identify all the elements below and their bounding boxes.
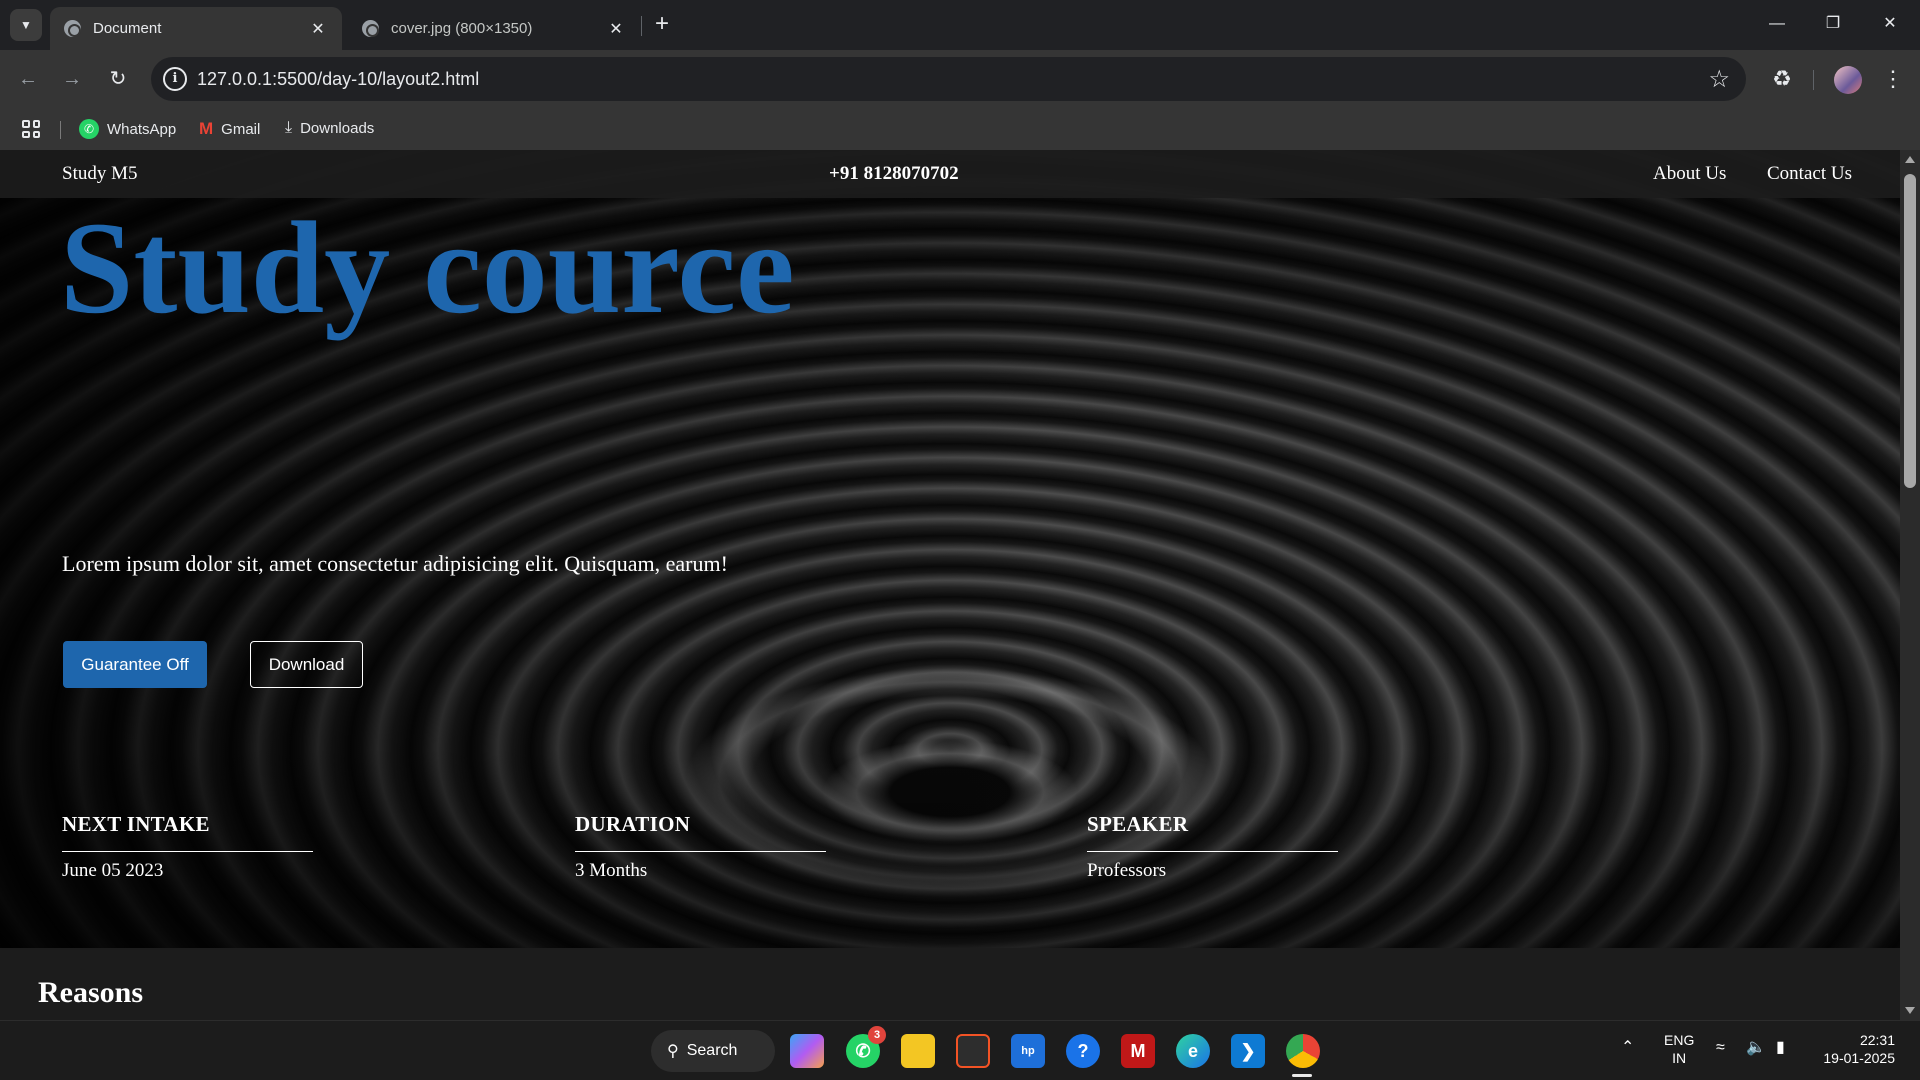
myhp-icon[interactable]: hp xyxy=(1011,1034,1045,1068)
nav-link-contact[interactable]: Contact Us xyxy=(1767,163,1852,185)
reload-button[interactable]: ↻ xyxy=(103,64,133,94)
hero-title: Study cource xyxy=(60,194,795,341)
info-icon[interactable]: i xyxy=(163,67,187,91)
stat-duration: DURATION 3 Months xyxy=(575,812,826,882)
edge-icon[interactable]: e xyxy=(1176,1034,1210,1068)
whatsapp-glyph: ✆ xyxy=(855,1040,871,1061)
bookmark-label: Downloads xyxy=(300,119,375,137)
notification-badge: 3 xyxy=(868,1026,886,1044)
tab-title: cover.jpg (800×1350) xyxy=(391,20,533,37)
phone-number: +91 8128070702 xyxy=(829,163,959,184)
wifi-icon[interactable]: ≈ xyxy=(1716,1039,1725,1057)
bookmark-divider xyxy=(60,121,61,139)
stat-label: NEXT INTAKE xyxy=(62,812,313,852)
profile-avatar[interactable] xyxy=(1834,66,1862,94)
download-icon: ⤓ xyxy=(285,119,293,136)
guarantee-off-button[interactable]: Guarantee Off xyxy=(63,641,207,688)
whatsapp-taskbar-icon[interactable]: ✆ 3 xyxy=(846,1026,886,1068)
browser-toolbar: ← → ↻ i 127.0.0.1:5500/day-10/layout2.ht… xyxy=(0,50,1920,108)
language-indicator[interactable]: ENG IN xyxy=(1664,1031,1694,1067)
browser-tab-strip: ▼ Document ✕ cover.jpg (800×1350) ✕ + — … xyxy=(0,0,1920,50)
page-scrollbar[interactable] xyxy=(1900,150,1920,1020)
new-tab-button[interactable]: + xyxy=(650,10,674,38)
site-navbar: Study M5 +91 8128070702 About Us Contact… xyxy=(0,150,1900,198)
stat-value: Professors xyxy=(1087,860,1167,881)
chrome-icon[interactable] xyxy=(1286,1034,1320,1068)
minimize-button[interactable]: — xyxy=(1757,10,1797,38)
bookmark-label: WhatsApp xyxy=(107,120,177,138)
language-line1: ENG xyxy=(1664,1032,1695,1048)
help-icon[interactable]: ? xyxy=(1066,1034,1100,1068)
volume-icon[interactable]: 🔈 xyxy=(1746,1039,1766,1057)
bookmark-downloads[interactable]: ⤓ Downloads xyxy=(285,119,374,137)
restore-button[interactable]: ❐ xyxy=(1813,10,1853,38)
stat-speaker: SPEAKER Professors xyxy=(1087,812,1338,882)
nav-link-about[interactable]: About Us xyxy=(1653,163,1726,185)
language-line2: IN xyxy=(1672,1050,1687,1066)
tab-divider xyxy=(641,16,642,36)
microsoft-store-icon[interactable] xyxy=(956,1034,990,1068)
clock-time: 22:31 xyxy=(1859,1032,1895,1048)
globe-icon xyxy=(64,20,81,37)
search-icon: ⚲ xyxy=(667,1043,679,1060)
tab-document[interactable]: Document ✕ xyxy=(50,7,342,50)
close-window-button[interactable]: ✕ xyxy=(1870,10,1910,38)
taskbar-search[interactable]: ⚲ Search xyxy=(651,1030,775,1072)
hero-description: Lorem ipsum dolor sit, amet consectetur … xyxy=(62,551,728,576)
close-icon[interactable]: ✕ xyxy=(308,19,328,39)
bookmark-gmail[interactable]: M Gmail xyxy=(199,119,260,139)
windows-taskbar: ⚲ Search ✆ 3 hp ? M e ❯ ⌃ ENG IN ≈ 🔈 ▮ 2… xyxy=(0,1020,1920,1080)
site-brand[interactable]: Study M5 xyxy=(62,163,138,185)
whatsapp-icon: ✆ xyxy=(79,119,99,139)
stat-value: 3 Months xyxy=(575,860,648,881)
battery-icon[interactable]: ▮ xyxy=(1776,1039,1785,1057)
stat-label: SPEAKER xyxy=(1087,812,1338,852)
chevron-up-icon[interactable]: ⌃ xyxy=(1621,1039,1634,1057)
close-icon[interactable]: ✕ xyxy=(606,19,626,39)
apps-grid-icon[interactable] xyxy=(22,120,40,138)
vscode-icon[interactable]: ❯ xyxy=(1231,1034,1265,1068)
file-explorer-icon[interactable] xyxy=(901,1034,935,1068)
tab-search-button[interactable]: ▼ xyxy=(10,9,42,41)
url-text[interactable]: 127.0.0.1:5500/day-10/layout2.html xyxy=(197,69,479,90)
forward-button[interactable]: → xyxy=(57,64,87,94)
bookmark-whatsapp[interactable]: ✆ WhatsApp xyxy=(79,119,176,139)
bookmark-label: Gmail xyxy=(221,120,261,138)
bookmarks-bar: ✆ WhatsApp M Gmail ⤓ Downloads xyxy=(0,108,1920,150)
clock-date: 19-01-2025 xyxy=(1823,1050,1895,1066)
stat-value: June 05 2023 xyxy=(62,860,164,881)
stat-label: DURATION xyxy=(575,812,826,852)
menu-kebab-icon[interactable]: ⋮ xyxy=(1878,64,1908,94)
gmail-icon: M xyxy=(199,119,214,138)
address-bar[interactable]: i 127.0.0.1:5500/day-10/layout2.html ☆ xyxy=(151,57,1746,101)
tab-title: Document xyxy=(93,20,162,37)
globe-icon xyxy=(362,20,379,37)
stat-next-intake: NEXT INTAKE June 05 2023 xyxy=(62,812,313,882)
scrollbar-thumb[interactable] xyxy=(1904,174,1916,488)
bookmark-star-icon[interactable]: ☆ xyxy=(1708,65,1730,94)
back-button[interactable]: ← xyxy=(13,64,43,94)
extensions-icon[interactable]: ♻ xyxy=(1767,64,1797,94)
scroll-down-arrow-icon[interactable] xyxy=(1905,1007,1915,1014)
active-app-indicator xyxy=(1292,1074,1312,1077)
download-button[interactable]: Download xyxy=(250,641,363,688)
search-label: Search xyxy=(686,1042,738,1059)
windows-start-icon[interactable] xyxy=(600,1036,630,1066)
scroll-up-arrow-icon[interactable] xyxy=(1905,156,1915,163)
web-page: Study M5 +91 8128070702 About Us Contact… xyxy=(0,150,1900,1020)
mcafee-icon[interactable]: M xyxy=(1121,1034,1155,1068)
clock[interactable]: 22:31 19-01-2025 xyxy=(1815,1031,1895,1067)
reasons-heading: Reasons xyxy=(38,976,144,1009)
toolbar-divider xyxy=(1813,70,1814,90)
copilot-icon[interactable] xyxy=(790,1034,824,1068)
tab-cover-image[interactable]: cover.jpg (800×1350) ✕ xyxy=(348,7,640,50)
